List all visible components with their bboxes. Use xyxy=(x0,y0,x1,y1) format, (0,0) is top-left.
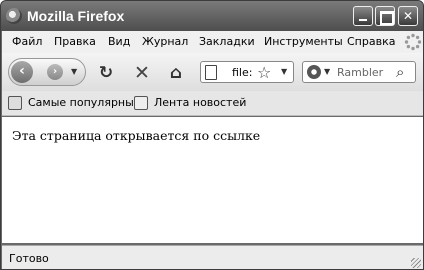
engine-dropdown-icon[interactable]: ▼ xyxy=(324,67,330,76)
menu-tools[interactable]: Инструменты xyxy=(264,35,343,48)
search-placeholder: Rambler xyxy=(337,66,384,79)
stop-icon[interactable]: ✕ xyxy=(132,63,152,83)
address-bar[interactable]: file: ☆ ▼ xyxy=(200,61,294,83)
reload-icon[interactable]: ↻ xyxy=(96,63,116,83)
search-icon[interactable]: ⌕ xyxy=(396,63,404,81)
menu-bookmarks[interactable]: Закладки xyxy=(199,35,255,48)
menu-history[interactable]: Журнал xyxy=(142,35,188,48)
back-forward-group: ‹ › ▼ xyxy=(8,58,86,86)
search-bar[interactable]: ▼ Rambler ⌕ xyxy=(302,61,416,83)
forward-button[interactable]: › xyxy=(47,64,63,80)
status-text: Готово xyxy=(9,252,49,265)
bookmarks-toolbar: Самые популярные Лента новостей xyxy=(2,91,423,116)
firefox-icon xyxy=(6,8,22,24)
menu-help[interactable]: Справка xyxy=(347,35,395,48)
bookmark-star-icon[interactable]: ☆ xyxy=(257,63,271,82)
search-engine-icon[interactable] xyxy=(307,65,321,79)
maximize-button[interactable] xyxy=(375,6,395,26)
rss-icon xyxy=(134,96,148,110)
menu-bar: Файл Правка Вид Журнал Закладки Инструме… xyxy=(2,31,423,53)
history-dropdown-icon[interactable]: ▼ xyxy=(71,67,77,76)
title-bar: Mozilla Firefox ✕ xyxy=(1,1,423,31)
menu-view[interactable]: Вид xyxy=(108,35,130,48)
bookmark-news-feed[interactable]: Лента новостей xyxy=(154,96,246,109)
menu-file[interactable]: Файл xyxy=(12,35,42,48)
bookmark-most-visited[interactable]: Самые популярные xyxy=(28,96,141,109)
page-content: Эта страница открывается по ссылке xyxy=(2,117,423,243)
close-button[interactable]: ✕ xyxy=(398,6,418,26)
most-visited-icon xyxy=(8,96,22,110)
navigation-toolbar: ‹ › ▼ ↻ ✕ ⌂ file: ☆ ▼ ▼ Rambler ⌕ xyxy=(2,53,423,91)
loading-throbber-icon xyxy=(404,33,422,51)
home-icon[interactable]: ⌂ xyxy=(166,63,186,83)
minimize-button[interactable] xyxy=(353,6,373,26)
page-text: Эта страница открывается по ссылке xyxy=(12,128,261,143)
menu-edit[interactable]: Правка xyxy=(54,35,96,48)
status-bar: Готово xyxy=(2,245,423,269)
url-text: file: xyxy=(232,66,253,79)
browser-window: Mozilla Firefox ✕ Файл Правка Вид Журнал… xyxy=(0,0,424,270)
resize-grip[interactable] xyxy=(411,258,421,268)
url-dropdown-icon[interactable]: ▼ xyxy=(281,67,287,76)
page-icon xyxy=(205,65,217,80)
window-title: Mozilla Firefox xyxy=(27,8,125,24)
back-button[interactable]: ‹ xyxy=(11,61,33,83)
